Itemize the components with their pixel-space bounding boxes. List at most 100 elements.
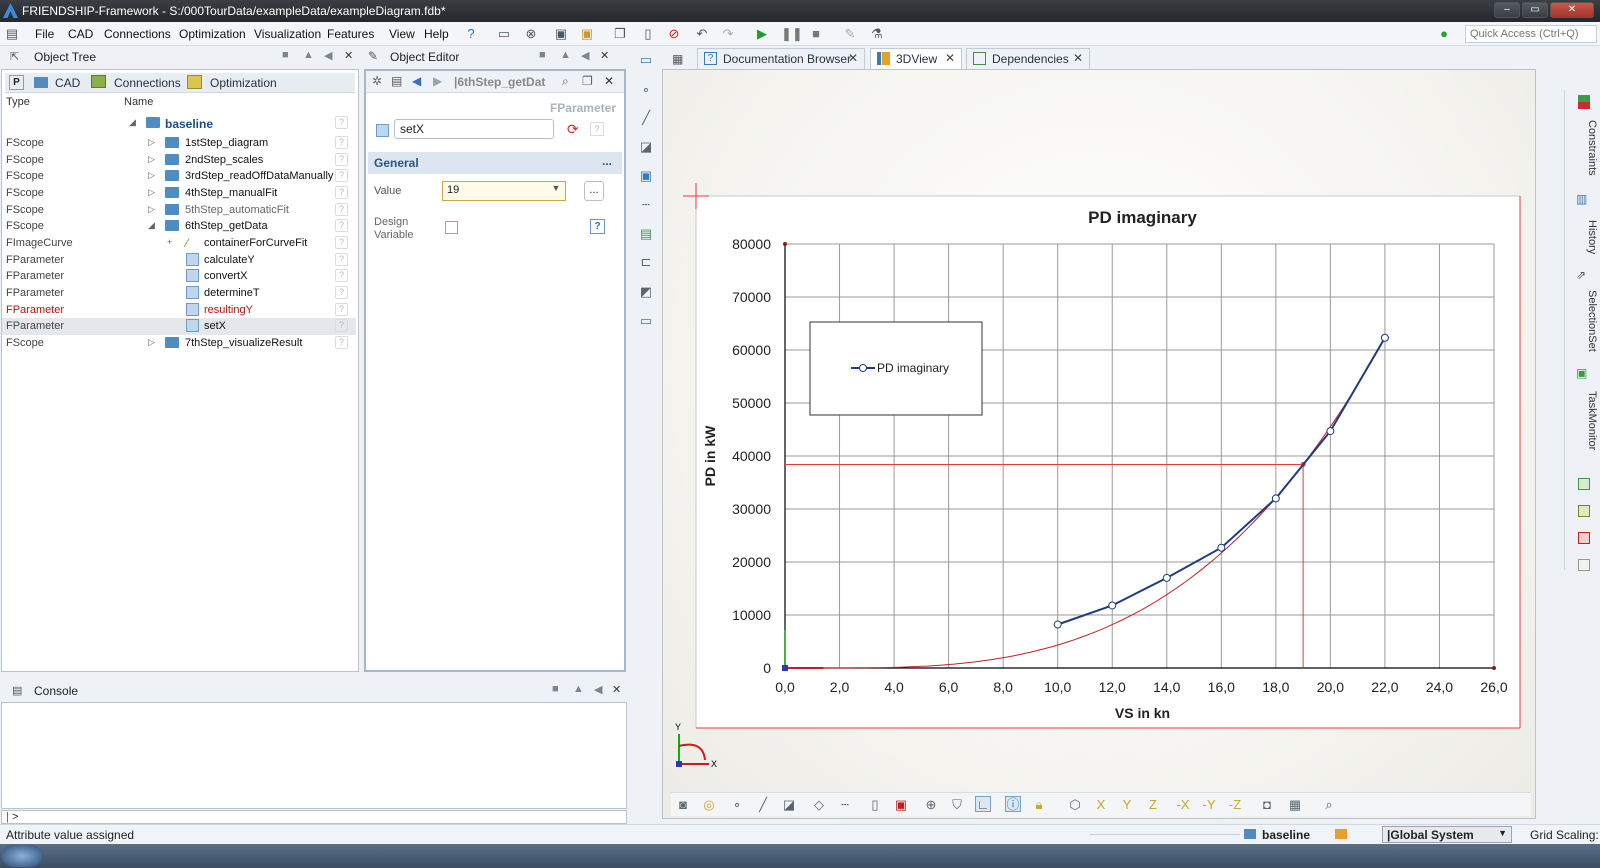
search-icon[interactable]: ⌕	[562, 74, 569, 89]
p-toggle-icon[interactable]: P	[9, 75, 24, 90]
view-x-icon[interactable]: X	[1093, 797, 1109, 813]
maximize-button[interactable]: ▭	[1522, 2, 1548, 18]
panel-up-icon[interactable]: ▲	[573, 683, 584, 695]
tree-row[interactable]: FScope ▷ 2ndStep_scales ?	[2, 152, 356, 169]
value-input[interactable]: 19 ▼	[442, 181, 566, 201]
view-neg-z-icon[interactable]: -Z	[1227, 797, 1243, 813]
info-icon[interactable]: ?	[335, 169, 348, 182]
menu-file[interactable]: File	[35, 27, 54, 41]
list-icon[interactable]: ▤	[391, 74, 402, 88]
open-folder-icon[interactable]: ▭	[496, 26, 512, 42]
panel-up-icon[interactable]: ▲	[560, 49, 571, 61]
tab-cad[interactable]: CAD	[55, 76, 80, 90]
back-icon[interactable]: ◀	[412, 74, 421, 88]
zoom-icon[interactable]: ⌕	[1321, 797, 1337, 813]
menu-visualization[interactable]: Visualization	[254, 27, 321, 41]
info-icon[interactable]: ?	[335, 153, 348, 166]
drag-grip-icon[interactable]: ⇱	[10, 50, 19, 63]
panel-close-icon[interactable]: ✕	[600, 49, 609, 62]
info-icon[interactable]: ?	[335, 336, 348, 349]
status-gray-icon[interactable]	[1578, 559, 1590, 571]
axes-toggle-icon[interactable]: ∟	[975, 796, 991, 812]
expand-arrow-icon[interactable]: ▷	[148, 154, 155, 165]
collapse-arrow-icon[interactable]: ◢	[148, 220, 155, 231]
section-more-button[interactable]: ...	[602, 154, 612, 168]
app-menu-icon[interactable]: ▤	[4, 26, 20, 42]
save-icon[interactable]: ▣	[553, 26, 569, 42]
connection-tool-icon[interactable]: ⊏	[638, 254, 654, 270]
info-icon[interactable]: ?	[335, 186, 348, 199]
status-green-icon[interactable]	[1578, 478, 1590, 490]
tab-dependencies[interactable]: Dependencies ✕	[966, 48, 1090, 69]
tree-row[interactable]: FScope ◢ 6thStep_getData ?	[2, 218, 356, 235]
parameter-tool-icon[interactable]: ▣	[638, 168, 654, 184]
section-general-header[interactable]: General ...	[368, 152, 622, 174]
start-button[interactable]	[2, 845, 42, 867]
menu-connections[interactable]: Connections	[104, 27, 171, 41]
help-icon[interactable]: ?	[463, 26, 479, 42]
forward-icon[interactable]: ▶	[433, 74, 442, 88]
target-tool-icon[interactable]: ◎	[701, 797, 717, 813]
iso-view-icon[interactable]: ⬡	[1067, 797, 1083, 813]
panel-up-icon[interactable]: ▲	[303, 49, 314, 61]
tree-row[interactable]: FParameter convertX ?	[2, 268, 356, 285]
undo-icon[interactable]: ↶	[694, 26, 710, 42]
close-tab-icon[interactable]: ✕	[945, 51, 955, 65]
table-tool-icon[interactable]: ▤	[638, 226, 654, 242]
redo-icon[interactable]: ↷	[720, 26, 736, 42]
info-icon[interactable]: ?	[335, 136, 348, 149]
menu-help[interactable]: Help	[424, 27, 449, 41]
tree-row[interactable]: FParameter resultingY ?	[2, 302, 356, 319]
tab-3dview[interactable]: 3DView ✕	[870, 48, 962, 69]
copy-icon[interactable]: ❐	[582, 74, 593, 88]
tree-row[interactable]: FScope ▷ 1stStep_diagram ?	[2, 135, 356, 152]
intersect-tool-icon[interactable]: ⊕	[923, 797, 939, 813]
panel-stop-icon[interactable]: ■	[539, 49, 546, 61]
quick-access-input[interactable]	[1465, 25, 1597, 43]
tree-row[interactable]: FImageCurve + ⁄ containerForCurveFit ?	[2, 235, 356, 252]
close-tab-icon[interactable]: ✕	[848, 51, 858, 65]
panel-left-icon[interactable]: ◀	[594, 683, 602, 696]
section-tool-icon[interactable]: ▯	[867, 797, 883, 813]
run-icon[interactable]: ▶	[754, 26, 770, 42]
copy-icon[interactable]: ❐	[612, 26, 628, 42]
tab-documentation-browser[interactable]: ? Documentation Browser ✕	[697, 48, 865, 69]
view-y-icon[interactable]: Y	[1119, 797, 1135, 813]
close-icon[interactable]: ✕	[604, 74, 614, 88]
info-icon[interactable]: ?	[335, 269, 348, 282]
pause-icon[interactable]: ❚❚	[781, 26, 803, 42]
coord-system-select[interactable]: |Global System ▼	[1382, 826, 1512, 843]
camera-icon[interactable]: ◘	[1259, 797, 1275, 813]
line-tool-icon[interactable]: ╱	[755, 797, 771, 813]
info-icon[interactable]: ?	[335, 303, 348, 316]
panel-close-icon[interactable]: ✕	[344, 49, 353, 62]
menu-features[interactable]: Features	[327, 27, 374, 41]
side-tab-constraints[interactable]: Constraints	[1566, 118, 1598, 178]
status-scope[interactable]: baseline	[1262, 828, 1310, 842]
screen-tool-icon[interactable]: ◙	[675, 797, 691, 813]
save-as-icon[interactable]: ▣	[579, 26, 595, 42]
tree-row[interactable]: FScope ▷ 7thStep_visualizeResult ?	[2, 335, 356, 352]
object-name-field[interactable]: setX	[394, 119, 554, 139]
tree-row-selected[interactable]: FParameter setX ?	[2, 318, 356, 335]
menu-optimization[interactable]: Optimization	[179, 27, 246, 41]
edit-icon[interactable]: ✎	[842, 26, 858, 42]
view-z-icon[interactable]: Z	[1145, 797, 1161, 813]
3d-view-canvas[interactable]: 0,0 2,0 4,0 6,0 8,0 10,0 12,0 14,0 16,0 18,0 20,0 2…	[662, 69, 1536, 819]
expand-arrow-icon[interactable]: ▷	[148, 187, 155, 198]
close-tab-icon[interactable]: ✕	[1073, 51, 1083, 65]
tree-row[interactable]: FScope ▷ 4thStep_manualFit ?	[2, 185, 356, 202]
expand-plus-icon[interactable]: +	[167, 237, 172, 247]
panel-close-icon[interactable]: ✕	[612, 683, 621, 696]
view-neg-y-icon[interactable]: -Y	[1201, 797, 1217, 813]
paste-icon[interactable]: ▯	[640, 26, 656, 42]
transform-tool-icon[interactable]: ◩	[638, 284, 654, 300]
column-type-header[interactable]: Type	[6, 96, 30, 108]
stop-icon[interactable]: ⊘	[666, 26, 682, 42]
status-red-icon[interactable]	[1578, 532, 1590, 544]
dropdown-arrow-icon[interactable]: ▼	[549, 183, 563, 199]
value-more-button[interactable]: ...	[584, 181, 604, 201]
folder-tool-icon[interactable]: ▭	[638, 52, 654, 68]
shield-icon[interactable]: ⛉	[949, 797, 965, 813]
pin-icon[interactable]: ✲	[372, 74, 382, 88]
